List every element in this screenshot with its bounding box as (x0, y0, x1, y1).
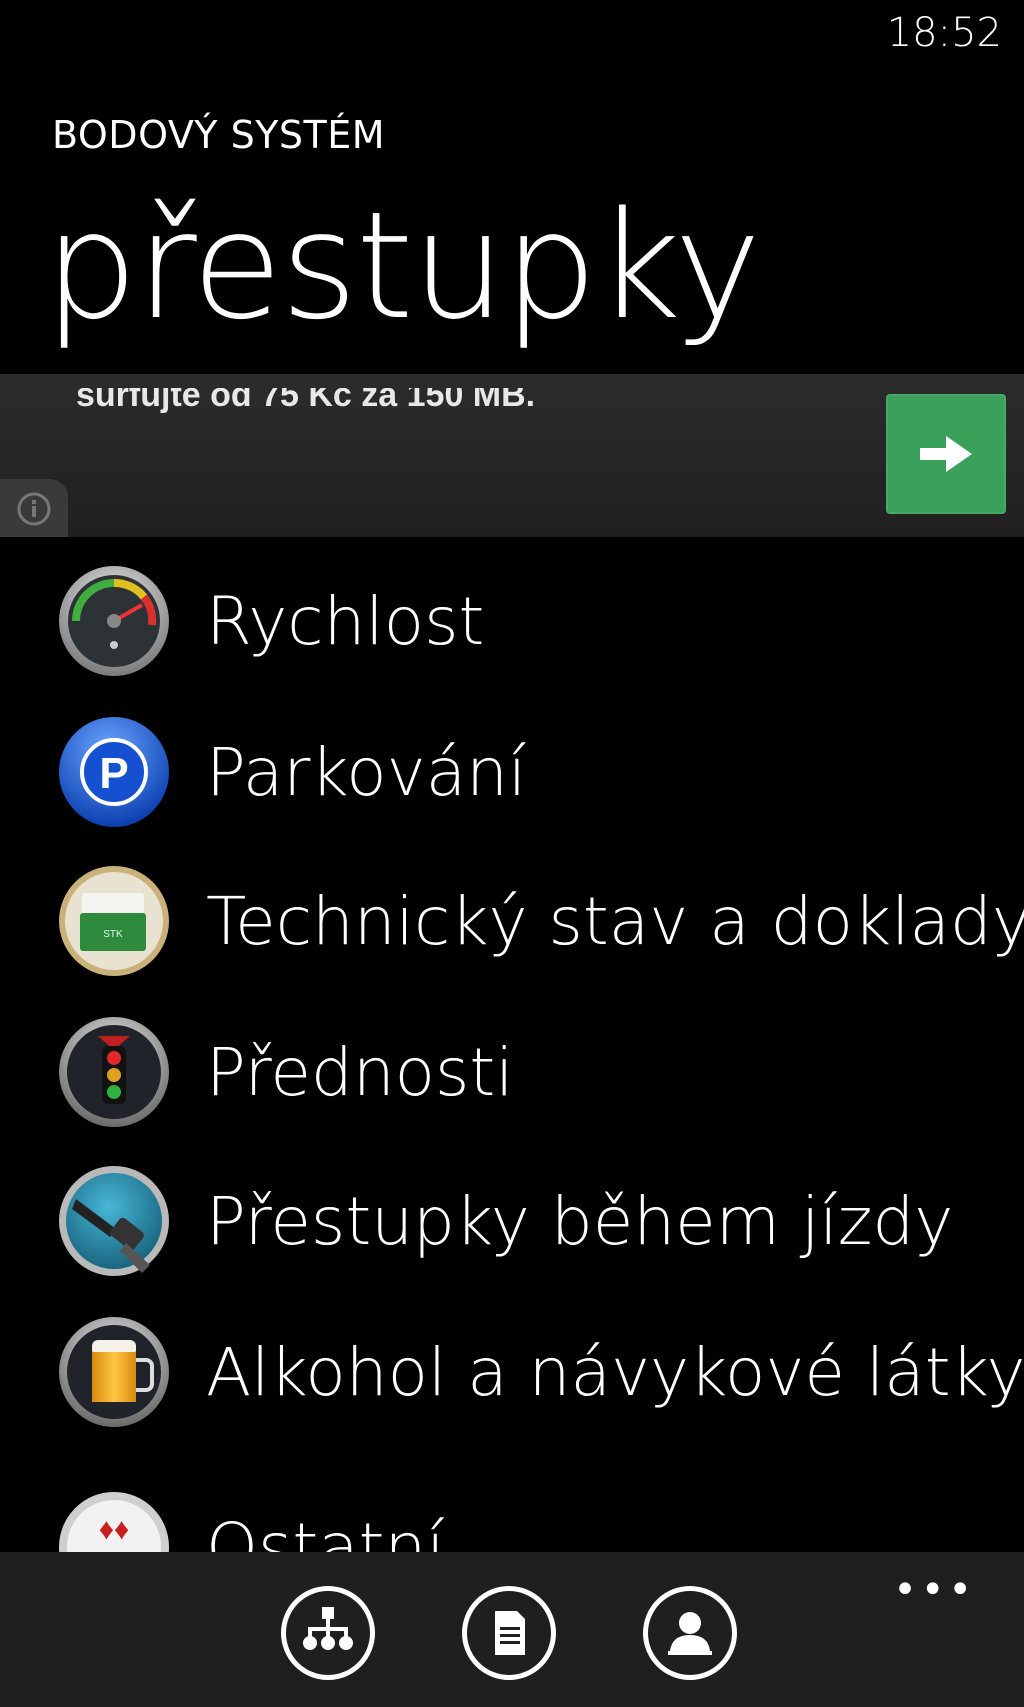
list-item-alkohol[interactable]: Alkohol a návykové látky (58, 1314, 1024, 1430)
document-icon (495, 1611, 525, 1655)
list-item-label: Rychlost (206, 582, 485, 660)
svg-text:STK: STK (103, 929, 123, 940)
list-item-prednosti[interactable]: Přednosti (58, 1014, 514, 1130)
profile-button[interactable] (643, 1586, 737, 1680)
other-icon: ♦♦ (58, 1491, 170, 1552)
arrow-right-icon (920, 436, 972, 472)
page-title: přestupky (44, 180, 761, 352)
list-item-rychlost[interactable]: Rychlost (58, 563, 484, 679)
ad-go-button[interactable] (886, 394, 1006, 514)
more-button[interactable]: ••• (893, 1570, 976, 1610)
app-title: BODOVÝ SYSTÉM (52, 113, 386, 157)
documents-icon: STK (58, 865, 170, 977)
parking-icon: P (58, 716, 170, 828)
ad-text: surfujte od 75 Kč za 150 MB. (76, 376, 536, 414)
hierarchy-icon (303, 1607, 353, 1650)
list-item-technicky-stav[interactable]: STK Technický stav a doklady (58, 863, 1024, 979)
traffic-light-icon (58, 1016, 170, 1128)
svg-text:P: P (99, 749, 128, 798)
ad-banner[interactable]: surfujte od 75 Kč za 150 MB. (0, 374, 1024, 537)
document-button[interactable] (462, 1586, 556, 1680)
person-icon (668, 1612, 712, 1655)
list-item-ostatni[interactable]: ♦♦ Ostatní (58, 1489, 445, 1552)
status-time: 18:52 (886, 10, 1002, 56)
category-list: Rychlost P Parkování STK Technický stav … (0, 552, 1024, 1552)
svg-text:♦♦: ♦♦ (99, 1513, 130, 1546)
info-icon[interactable] (0, 479, 68, 537)
list-item-label: Přestupky během jízdy (206, 1182, 954, 1260)
app-bar: ••• (0, 1552, 1024, 1707)
seatbelt-icon (58, 1165, 170, 1277)
list-item-label: Technický stav a doklady (206, 882, 1024, 960)
beer-icon (58, 1316, 170, 1428)
list-item-prestupky-behem-jizdy[interactable]: Přestupky během jízdy (58, 1163, 953, 1279)
hierarchy-button[interactable] (281, 1586, 375, 1680)
list-item-parkovani[interactable]: P Parkování (58, 714, 526, 830)
list-item-label: Alkohol a návykové látky (206, 1333, 1024, 1411)
speedometer-icon (58, 565, 170, 677)
list-item-label: Ostatní (206, 1508, 445, 1553)
list-item-label: Přednosti (206, 1033, 514, 1111)
list-item-label: Parkování (206, 733, 527, 811)
